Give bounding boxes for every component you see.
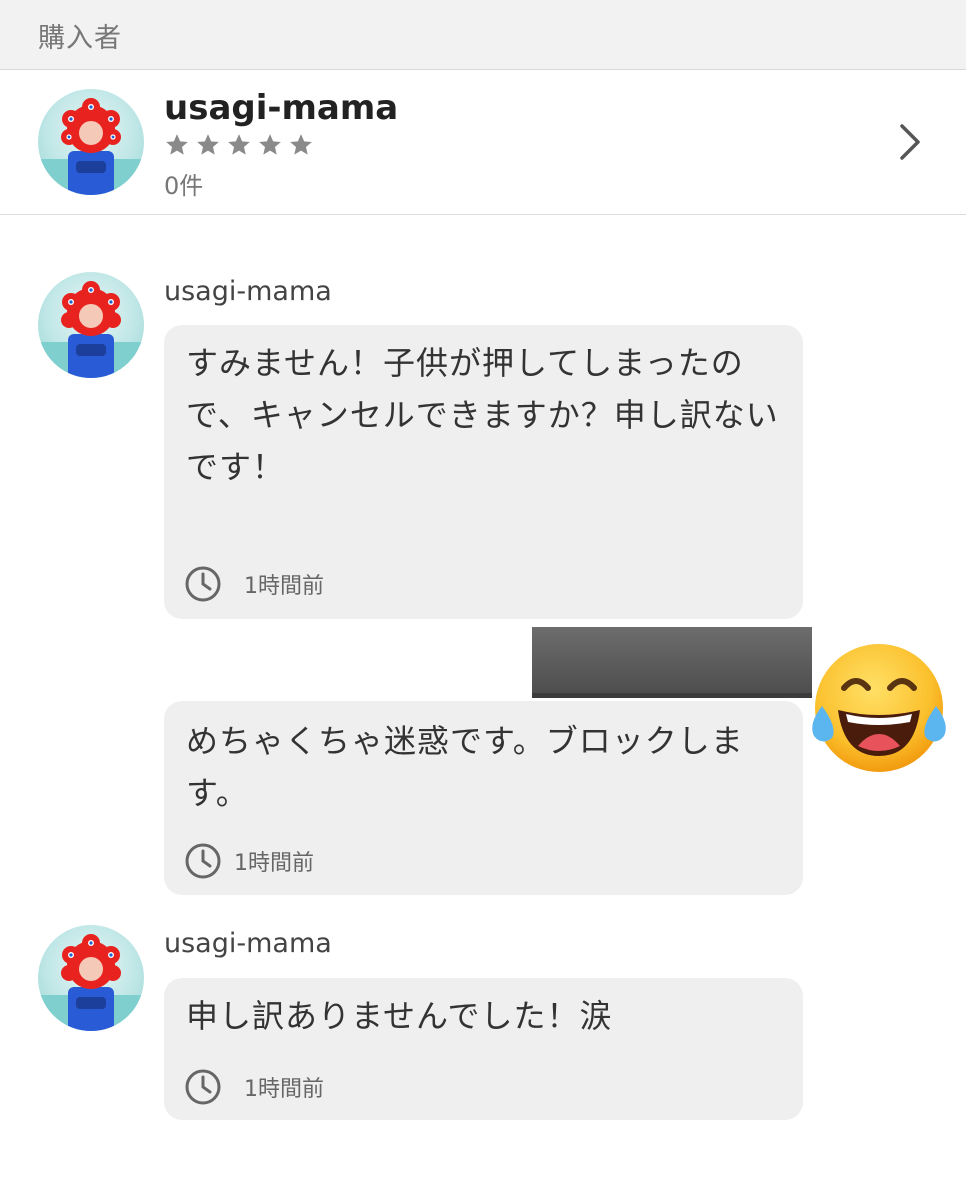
timestamp-text: 1時間前 xyxy=(234,851,314,876)
mascot-avatar-icon xyxy=(38,934,144,1031)
mascot-avatar-icon xyxy=(38,281,144,378)
buyer-profile-row[interactable]: usagi-mama 0件 xyxy=(0,70,966,215)
face-with-tears-of-joy-emoji xyxy=(808,640,950,776)
redacted-name-bar xyxy=(532,627,812,698)
message-text: 申し訳ありませんでした！涙 xyxy=(186,997,613,1035)
star-icon xyxy=(290,134,312,155)
review-count: 0件 xyxy=(164,172,204,200)
star-icon xyxy=(228,134,250,155)
sender-name: usagi-mama xyxy=(164,928,332,959)
laughing-tears-icon xyxy=(812,644,946,772)
buyer-name: usagi-mama xyxy=(164,88,399,128)
message-timestamp: 1時間前 xyxy=(184,842,314,880)
rating-stars xyxy=(164,132,314,158)
message-bubble: すみません！子供が押してしまったので、キャンセルできますか？申し訳ないです！ 1… xyxy=(164,325,803,619)
star-icon xyxy=(197,134,219,155)
message-text: めちゃくちゃ迷惑です。ブロックします。 xyxy=(186,722,744,812)
section-header: 購入者 xyxy=(0,0,966,70)
clock-icon xyxy=(185,566,221,602)
sender-avatar[interactable] xyxy=(38,925,144,1031)
clock-icon xyxy=(185,1069,221,1105)
message-text: すみません！子供が押してしまったので、キャンセルできますか？申し訳ないです！ xyxy=(186,344,779,486)
clock-icon xyxy=(185,843,221,879)
mascot-avatar-icon xyxy=(38,98,144,195)
timestamp-text: 1時間前 xyxy=(244,574,324,599)
buyer-avatar[interactable] xyxy=(38,89,144,195)
chevron-right-icon[interactable] xyxy=(896,122,922,162)
message-bubble: 申し訳ありませんでした！涙 1時間前 xyxy=(164,978,803,1120)
sender-name: usagi-mama xyxy=(164,276,332,307)
sender-avatar[interactable] xyxy=(38,272,144,378)
timestamp-text: 1時間前 xyxy=(244,1077,324,1102)
message-bubble: めちゃくちゃ迷惑です。ブロックします。 1時間前 xyxy=(164,701,803,895)
star-icon xyxy=(166,134,188,155)
message-timestamp: 1時間前 xyxy=(184,565,324,603)
star-icon xyxy=(259,134,281,155)
message-timestamp: 1時間前 xyxy=(184,1068,324,1106)
section-title: 購入者 xyxy=(38,23,122,54)
